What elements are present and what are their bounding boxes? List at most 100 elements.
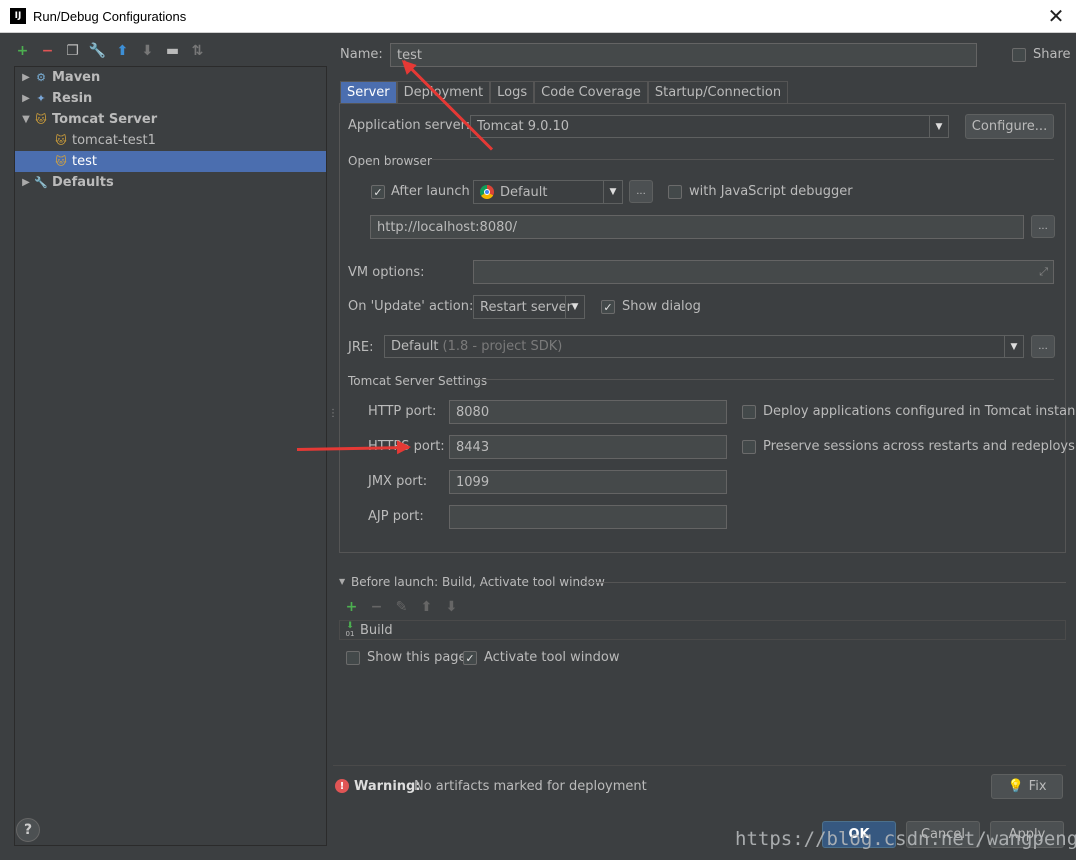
move-up-icon[interactable]: ⬆ [114,43,131,60]
browser-value: Default [500,184,548,200]
warning-icon: ! [335,779,349,793]
chevron-down-icon: ▼ [565,296,584,318]
configurations-tree[interactable]: ▶ ⚙ Maven ▶ ✦ Resin ▼ 🐱 Tomcat Server 🐱 tomcat-tes… [14,66,327,846]
preserve-sessions-checkbox[interactable] [742,440,756,454]
tab-logs[interactable]: Logs [490,81,535,103]
url-input[interactable]: http://localhost:8080/ [370,215,1024,239]
js-debugger-label: with JavaScript debugger [689,184,853,199]
jre-ellipsis-button[interactable]: ... [1031,335,1055,358]
tree-item-tomcat-test1[interactable]: 🐱 tomcat-test1 [15,130,326,151]
copy-icon[interactable]: ❐ [64,43,81,60]
tree-item-label: test [72,154,97,169]
tomcat-settings-separator [474,379,1054,380]
collapsed-arrow-icon[interactable]: ▶ [19,177,33,188]
tree-item-resin[interactable]: ▶ ✦ Resin [15,88,326,109]
before-launch-toolbar: + − ✎ ⬆ ⬇ [343,597,460,617]
jmx-port-input[interactable]: 1099 [449,470,727,494]
move-down-icon[interactable]: ⬇ [139,43,156,60]
help-icon[interactable]: ? [16,818,40,842]
tab-server[interactable]: Server [340,81,397,103]
tomcat-icon: 🐱 [55,155,67,168]
http-port-input[interactable]: 8080 [449,400,727,424]
fix-button[interactable]: 💡 Fix [991,774,1063,799]
move-up-icon[interactable]: ⬆ [418,599,435,615]
share-checkbox[interactable] [1012,48,1026,62]
chrome-icon [480,185,494,199]
collapsed-arrow-icon[interactable]: ▶ [19,72,33,83]
expand-icon[interactable]: ⤢ [1039,265,1048,279]
app-server-select[interactable]: Tomcat 9.0.10 ▼ [470,115,949,138]
remove-icon[interactable]: − [39,43,56,60]
configure-button[interactable]: Configure... [965,114,1054,139]
name-input[interactable]: test [390,43,977,67]
tree-item-defaults[interactable]: ▶ 🔧 Defaults [15,172,326,193]
app-server-value: Tomcat 9.0.10 [477,119,570,134]
tab-code-coverage[interactable]: Code Coverage [534,81,648,103]
ajp-port-input[interactable] [449,505,727,529]
before-launch-list: ⬇ 01 Build [339,620,1066,640]
jre-select[interactable]: Default (1.8 - project SDK) ▼ [384,335,1024,358]
splitter-handle[interactable]: ⋮ [328,409,338,428]
collapse-arrow-icon[interactable]: ▼ [339,577,345,586]
chevron-down-icon: ▼ [603,181,622,203]
tree-item-maven[interactable]: ▶ ⚙ Maven [15,67,326,88]
on-update-select[interactable]: Restart server ▼ [473,295,585,319]
show-dialog-label: Show dialog [622,299,701,314]
https-port-input[interactable]: 8443 [449,435,727,459]
tree-item-label: Maven [52,70,101,85]
tree-item-label: tomcat-test1 [72,133,156,148]
activate-tool-checkbox[interactable]: ✓ [463,651,477,665]
jmx-port-label: JMX port: [368,474,428,489]
add-icon[interactable]: + [343,599,360,615]
add-icon[interactable]: + [14,43,31,60]
http-port-label: HTTP port: [368,404,437,419]
deploy-apps-checkbox[interactable] [742,405,756,419]
url-ellipsis-button[interactable]: ... [1031,215,1055,238]
show-page-checkbox[interactable] [346,651,360,665]
warning-text: No artifacts marked for deployment [414,779,647,794]
wrench-icon[interactable]: 🔧 [89,43,106,60]
tomcat-icon: 🐱 [55,134,67,147]
jre-label: JRE: [348,340,374,355]
ajp-port-label: AJP port: [368,509,424,524]
tomcat-icon: 🐱 [35,113,47,126]
sort-icon[interactable]: ⇅ [189,43,206,60]
after-launch-checkbox[interactable]: ✓ [371,185,385,199]
defaults-wrench-icon: 🔧 [34,176,48,189]
window-titlebar: IJ Run/Debug Configurations ✕ [0,0,1076,33]
tree-item-tomcat-server[interactable]: ▼ 🐱 Tomcat Server [15,109,326,130]
resin-icon: ✦ [36,92,46,105]
tree-item-label: Resin [52,91,93,106]
close-icon[interactable]: ✕ [1042,3,1070,29]
tab-startup-connection[interactable]: Startup/Connection [647,81,789,103]
share-label: Share [1033,47,1071,62]
configurations-toolbar: + − ❐ 🔧 ⬆ ⬇ ▬ ⇅ [14,40,206,62]
folder-icon[interactable]: ▬ [164,43,181,60]
js-debugger-checkbox[interactable] [668,185,682,199]
remove-icon[interactable]: − [368,599,385,615]
jre-value: Default [391,339,439,354]
bulb-icon: 💡 [1007,779,1024,794]
preserve-sessions-label: Preserve sessions across restarts and re… [763,439,1075,454]
show-page-label: Show this page [367,650,467,665]
on-update-value: Restart server [480,299,573,315]
show-dialog-checkbox[interactable]: ✓ [601,300,615,314]
vm-options-input[interactable]: ⤢ [473,260,1054,284]
activate-tool-label: Activate tool window [484,650,620,665]
browser-select[interactable]: Default ▼ [473,180,623,204]
move-down-icon[interactable]: ⬇ [443,599,460,615]
open-browser-separator [432,159,1054,160]
build-icon: ⬇ 01 [345,621,355,639]
tree-item-test[interactable]: 🐱 test [15,151,326,172]
config-tabs: Server Deployment Logs Code Coverage Startup… [340,81,789,103]
browser-ellipsis-button[interactable]: ... [629,180,653,203]
app-server-label: Application server: [348,118,471,133]
edit-icon[interactable]: ✎ [393,599,410,615]
tree-item-label: Defaults [52,175,114,190]
watermark: https://blog.csdn.net/wangpeng322 [735,828,1076,850]
collapsed-arrow-icon[interactable]: ▶ [19,93,33,104]
after-launch-label: After launch [391,184,470,199]
expanded-arrow-icon[interactable]: ▼ [19,114,33,125]
open-browser-title: Open browser [348,154,432,168]
build-task-label[interactable]: Build [360,623,393,638]
